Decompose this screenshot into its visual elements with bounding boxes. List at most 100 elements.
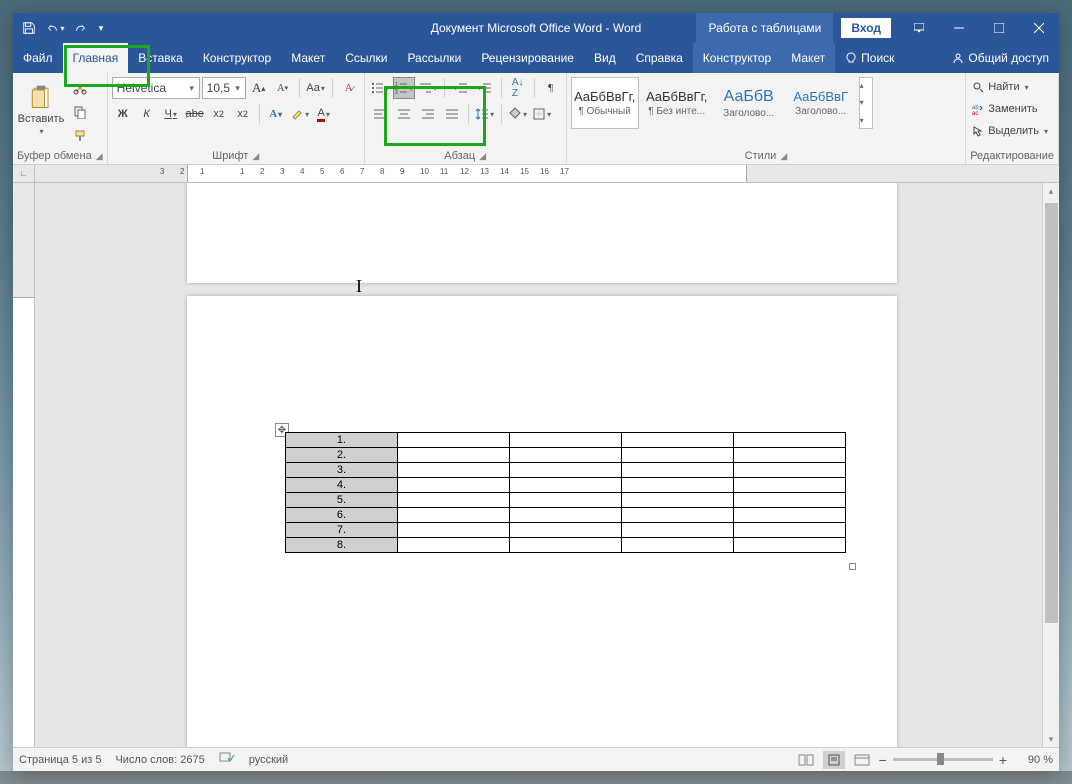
table-cell[interactable] <box>734 508 846 523</box>
shading-icon[interactable]: ▾ <box>507 103 529 125</box>
document-table[interactable]: 1.2.3.4.5.6.7.8. <box>285 432 846 553</box>
cut-icon[interactable] <box>69 77 91 99</box>
table-cell-numbered[interactable]: 4. <box>286 478 398 493</box>
sort-icon[interactable]: A↓Z <box>507 77 529 99</box>
copy-icon[interactable] <box>69 101 91 123</box>
font-dialog-launcher[interactable]: ◢ <box>252 151 259 162</box>
table-cell[interactable] <box>510 493 622 508</box>
view-web-icon[interactable] <box>851 751 873 769</box>
align-left-icon[interactable] <box>369 103 391 125</box>
table-cell[interactable] <box>734 493 846 508</box>
table-cell[interactable] <box>622 508 734 523</box>
borders-icon[interactable]: ▾ <box>531 103 553 125</box>
paragraph-dialog-launcher[interactable]: ◢ <box>479 151 486 162</box>
table-cell[interactable] <box>734 478 846 493</box>
table-resize-handle[interactable] <box>849 563 856 570</box>
style-heading2[interactable]: АаБбВвГЗаголово... <box>787 77 855 129</box>
tab-insert[interactable]: Вставка <box>128 43 193 73</box>
tab-references[interactable]: Ссылки <box>335 43 397 73</box>
styles-dialog-launcher[interactable]: ◢ <box>780 151 787 162</box>
table-cell[interactable] <box>510 448 622 463</box>
select-button[interactable]: Выделить▾ <box>970 121 1050 141</box>
save-icon[interactable] <box>17 16 41 40</box>
status-page[interactable]: Страница 5 из 5 <box>19 754 101 766</box>
replace-button[interactable]: abacЗаменить <box>970 99 1050 119</box>
spellcheck-icon[interactable] <box>219 752 235 767</box>
format-painter-icon[interactable] <box>69 125 91 147</box>
tab-view[interactable]: Вид <box>584 43 626 73</box>
font-size-combo[interactable]: 10,5▾ <box>202 77 246 99</box>
tab-help[interactable]: Справка <box>626 43 693 73</box>
ribbon-display-options-icon[interactable] <box>899 13 939 43</box>
table-cell[interactable] <box>398 493 510 508</box>
table-cell[interactable] <box>398 523 510 538</box>
font-name-combo[interactable]: Helvetica▾ <box>112 77 200 99</box>
table-cell[interactable] <box>510 478 622 493</box>
table-cell-numbered[interactable]: 2. <box>286 448 398 463</box>
status-words[interactable]: Число слов: 2675 <box>115 754 204 766</box>
ruler-horizontal[interactable]: ∟ 3 2 1 1 2 3 4 5 6 7 8 9 10 11 12 13 14 <box>13 165 1059 183</box>
multilevel-list-icon[interactable]: ▾ <box>417 77 439 99</box>
shrink-font-icon[interactable]: A▾ <box>272 77 294 99</box>
change-case-icon[interactable]: Aa▾ <box>305 77 327 99</box>
close-icon[interactable] <box>1019 13 1059 43</box>
grow-font-icon[interactable]: A▴ <box>248 77 270 99</box>
table-cell[interactable] <box>510 433 622 448</box>
table-cell-numbered[interactable]: 6. <box>286 508 398 523</box>
align-center-icon[interactable] <box>393 103 415 125</box>
show-marks-icon[interactable]: ¶ <box>540 77 562 99</box>
table-cell[interactable] <box>398 433 510 448</box>
table-cell-numbered[interactable]: 8. <box>286 538 398 553</box>
clipboard-dialog-launcher[interactable]: ◢ <box>96 151 103 162</box>
style-heading1[interactable]: АаБбВЗаголово... <box>715 77 783 129</box>
zoom-slider[interactable] <box>893 758 993 761</box>
table-cell[interactable] <box>622 493 734 508</box>
highlight-icon[interactable]: ▾ <box>289 103 311 125</box>
qat-customize-icon[interactable]: ▾ <box>95 16 107 40</box>
ruler-vertical[interactable] <box>13 183 35 747</box>
redo-icon[interactable] <box>69 16 93 40</box>
underline-button[interactable]: Ч▾ <box>160 103 182 125</box>
table-cell[interactable] <box>510 523 622 538</box>
table-cell[interactable] <box>734 523 846 538</box>
table-cell[interactable] <box>510 508 622 523</box>
zoom-level[interactable]: 90 % <box>1013 754 1053 766</box>
table-cell[interactable] <box>622 478 734 493</box>
tab-review[interactable]: Рецензирование <box>471 43 584 73</box>
table-cell[interactable] <box>622 463 734 478</box>
zoom-in-icon[interactable]: + <box>999 752 1007 768</box>
tab-home[interactable]: Главная <box>63 43 129 73</box>
scrollbar-vertical[interactable]: ▴ ▾ <box>1042 183 1059 747</box>
bullets-icon[interactable]: ▾ <box>369 77 391 99</box>
style-normal[interactable]: АаБбВвГг,¶ Обычный <box>571 77 639 129</box>
view-read-icon[interactable] <box>795 751 817 769</box>
tab-table-layout[interactable]: Макет <box>781 43 835 73</box>
view-print-icon[interactable] <box>823 751 845 769</box>
table-cell[interactable] <box>622 433 734 448</box>
table-cell[interactable] <box>734 463 846 478</box>
maximize-icon[interactable] <box>979 13 1019 43</box>
table-cell[interactable] <box>622 523 734 538</box>
increase-indent-icon[interactable] <box>474 77 496 99</box>
page-previous[interactable] <box>187 183 897 283</box>
superscript-icon[interactable]: x2 <box>232 103 254 125</box>
subscript-icon[interactable]: x2 <box>208 103 230 125</box>
tab-mailings[interactable]: Рассылки <box>397 43 471 73</box>
table-cell[interactable] <box>622 448 734 463</box>
table-cell-numbered[interactable]: 7. <box>286 523 398 538</box>
style-no-spacing[interactable]: АаБбВвГг,¶ Без инте... <box>643 77 711 129</box>
find-button[interactable]: Найти▾ <box>970 77 1050 97</box>
signin-button[interactable]: Вход <box>841 18 891 38</box>
minimize-icon[interactable] <box>939 13 979 43</box>
zoom-out-icon[interactable]: − <box>879 752 887 768</box>
styles-gallery-more[interactable]: ▴▾▾ <box>859 77 873 129</box>
table-cell[interactable] <box>734 433 846 448</box>
numbering-icon[interactable]: 123▾ <box>393 77 415 99</box>
table-cell[interactable] <box>398 463 510 478</box>
table-cell[interactable] <box>622 538 734 553</box>
table-cell[interactable] <box>510 463 622 478</box>
italic-button[interactable]: К <box>136 103 158 125</box>
table-cell[interactable] <box>734 538 846 553</box>
line-spacing-icon[interactable]: ▾ <box>474 103 496 125</box>
ruler-corner[interactable]: ∟ <box>13 165 35 182</box>
